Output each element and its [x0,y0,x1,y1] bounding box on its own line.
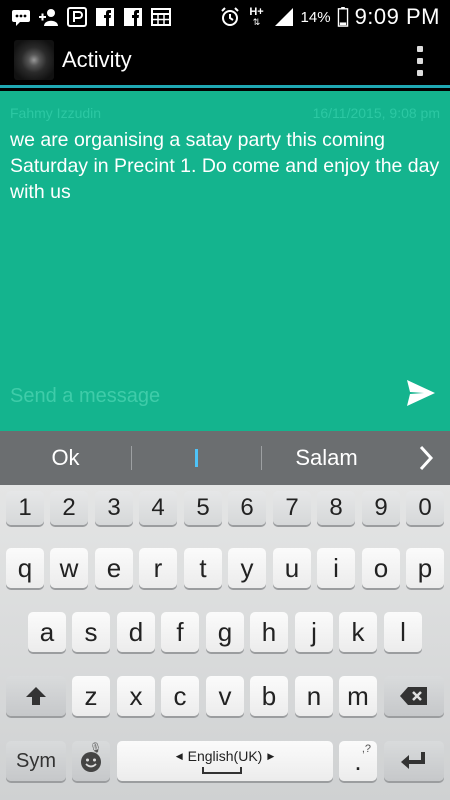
language-label: English(UK) [187,748,263,764]
signal-icon [273,7,295,27]
hplus-signal-icon: H+ ⇅ [249,6,264,27]
key-j[interactable]: j [295,612,333,652]
battery-percent: 14% [300,8,331,26]
status-clock: 9:09 PM [354,4,440,29]
shift-key[interactable] [6,676,66,716]
suggestion-bar: Ok Salam [0,431,450,485]
key-e[interactable]: e [95,548,133,588]
overflow-menu-icon[interactable] [416,46,424,76]
add-contact-icon [38,7,60,27]
enter-key[interactable] [384,741,444,781]
key-t[interactable]: t [184,548,222,588]
alarm-icon [219,7,241,27]
key-x[interactable]: x [117,676,155,716]
chat-icon [10,7,32,27]
key-7[interactable]: 7 [273,491,311,525]
key-5[interactable]: 5 [184,491,222,525]
key-l[interactable]: l [384,612,422,652]
key-w[interactable]: w [50,548,88,588]
key-9[interactable]: 9 [362,491,400,525]
facebook-icon [94,7,116,27]
mic-icon: 🎙 [89,743,102,754]
period-key[interactable]: ,? . [339,741,377,781]
message-sender: Fahmy Izzudin [10,105,102,121]
key-i[interactable]: i [317,548,355,588]
text-cursor [194,449,198,467]
key-o[interactable]: o [362,548,400,588]
message-timestamp: 16/11/2015, 9:08 pm [312,105,440,121]
messenger-icon [66,7,88,27]
key-k[interactable]: k [339,612,377,652]
arrow-left-icon: ◀ [175,750,183,761]
key-2[interactable]: 2 [50,491,88,525]
battery-icon [337,7,349,27]
chat-area: Fahmy Izzudin 16/11/2015, 9:08 pm we are… [0,91,450,431]
send-icon[interactable] [406,378,436,408]
key-g[interactable]: g [206,612,244,652]
space-key[interactable]: ◀ English(UK) ▶ [117,741,333,781]
key-6[interactable]: 6 [228,491,266,525]
message-input[interactable] [10,381,390,411]
key-c[interactable]: c [161,676,199,716]
key-s[interactable]: s [72,612,110,652]
key-f[interactable]: f [161,612,199,652]
key-d[interactable]: d [117,612,155,652]
key-3[interactable]: 3 [95,491,133,525]
app-bar: Activity [0,34,450,88]
arrow-right-icon: ▶ [267,750,275,761]
key-q[interactable]: q [6,548,44,588]
key-r[interactable]: r [139,548,177,588]
status-bar: H+ ⇅ 14% 9:09 PM [0,0,450,34]
facebook-icon [122,7,144,27]
key-u[interactable]: u [273,548,311,588]
keyboard: 1 2 3 4 5 6 7 8 9 0 q w e r t y u i o p … [0,485,450,800]
app-logo[interactable] [14,39,54,80]
key-b[interactable]: b [250,676,288,716]
backspace-icon [400,687,427,705]
emoji-key[interactable]: 🎙 [72,741,110,781]
key-a[interactable]: a [28,612,66,652]
page-title: Activity [62,46,132,72]
enter-icon [401,752,425,769]
suggestion-item-current[interactable] [131,431,261,485]
key-y[interactable]: y [228,548,266,588]
message-text: we are organising a satay party this com… [10,129,440,203]
sym-key[interactable]: Sym [6,741,66,781]
key-4[interactable]: 4 [139,491,177,525]
suggestion-item[interactable]: Salam [261,431,392,485]
key-8[interactable]: 8 [317,491,355,525]
key-1[interactable]: 1 [6,491,44,525]
key-h[interactable]: h [250,612,288,652]
key-v[interactable]: v [206,676,244,716]
space-icon [202,767,242,774]
suggestion-item[interactable]: Ok [0,431,131,485]
calendar-icon [150,7,172,27]
key-0[interactable]: 0 [406,491,444,525]
key-m[interactable]: m [339,676,377,716]
chevron-right-icon[interactable] [416,444,436,472]
key-z[interactable]: z [72,676,110,716]
backspace-key[interactable] [384,676,444,716]
key-n[interactable]: n [295,676,333,716]
key-p[interactable]: p [406,548,444,588]
shift-arrow-icon [26,687,46,705]
